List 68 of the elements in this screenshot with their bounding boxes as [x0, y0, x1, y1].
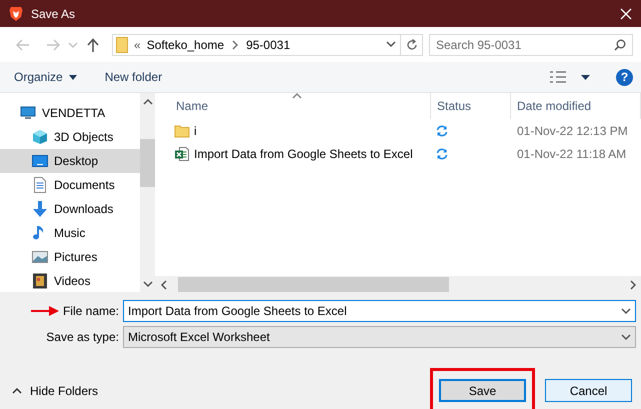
new-folder-button[interactable]: New folder: [104, 70, 162, 84]
dropdown-icon: [621, 306, 631, 316]
dialog-button[interactable]: Cancel: [545, 379, 632, 402]
search-icon: [614, 38, 626, 50]
caret-icon[interactable]: [581, 74, 590, 80]
field-label: Save as type:: [46, 330, 119, 344]
pictures-icon: [32, 249, 48, 265]
scroll-thumb[interactable]: [140, 139, 155, 187]
sort-icon: [292, 91, 302, 101]
up-arrow-icon: [87, 38, 99, 52]
view-icon[interactable]: [549, 70, 567, 84]
film-icon: [32, 273, 48, 289]
address-bar[interactable]: « Softeko_home 95-0031: [112, 34, 401, 56]
desktop-icon: [32, 153, 48, 169]
nav-item[interactable]: Pictures: [0, 245, 140, 269]
dropdown-icon: [386, 38, 396, 48]
nav-item[interactable]: VENDETTA: [0, 101, 140, 125]
folder-icon: [116, 36, 128, 52]
shield-icon: [9, 6, 23, 22]
nav-item[interactable]: Downloads: [0, 197, 140, 221]
chevron-icon: [12, 386, 22, 396]
organize-menu[interactable]: Organize: [14, 70, 77, 84]
computer-icon: [20, 105, 36, 121]
nav-item[interactable]: Videos: [0, 269, 140, 293]
nav-item[interactable]: 3D Objects: [0, 125, 140, 149]
breadcrumb-item[interactable]: 95-0031: [246, 38, 290, 52]
refresh-icon: [406, 38, 418, 50]
close-icon: [620, 8, 632, 20]
search-field[interactable]: Search 95-0031: [429, 34, 633, 56]
excel-file-icon: [174, 146, 190, 162]
nav-item[interactable]: Desktop: [0, 149, 140, 173]
recent-dropdown[interactable]: [68, 40, 78, 50]
scroll-down-icon: [142, 279, 152, 289]
download-icon: [32, 201, 48, 217]
chevron-icon: [230, 40, 240, 50]
file-type-dropdown[interactable]: Microsoft Excel Worksheet: [123, 326, 636, 348]
document-icon: [32, 177, 48, 193]
hide-folders-button[interactable]: Hide Folders: [12, 384, 98, 398]
help-button[interactable]: ?: [616, 68, 633, 86]
breadcrumb-item[interactable]: Softeko_home: [146, 38, 224, 52]
file-name[interactable]: Import Data from Google Sheets to Excel: [194, 146, 413, 160]
refresh-button[interactable]: [401, 34, 423, 56]
field-label: File name:: [62, 304, 119, 318]
column-header[interactable]: Status: [431, 93, 511, 119]
cube-icon: [32, 129, 48, 145]
column-header[interactable]: Name: [160, 93, 431, 119]
nav-item[interactable]: Music: [0, 221, 140, 245]
window-title: Save As: [31, 6, 76, 20]
file-name[interactable]: i: [194, 124, 197, 138]
scrollbar[interactable]: [155, 276, 641, 293]
column-header[interactable]: Date modified: [511, 93, 641, 119]
dialog-button[interactable]: Save: [439, 379, 526, 402]
caret-icon: [68, 40, 78, 50]
date-modified: 01-Nov-22 11:18 AM: [516, 146, 628, 160]
scroll-right-icon: [628, 280, 638, 290]
sync-icon: [436, 148, 448, 160]
breadcrumb-overflow[interactable]: «: [134, 38, 141, 52]
dropdown-icon: [621, 332, 631, 342]
file-name-field[interactable]: Import Data from Google Sheets to Excel: [123, 300, 636, 322]
sync-icon: [436, 124, 448, 136]
scroll-thumb[interactable]: [178, 277, 449, 292]
folder-icon: [174, 122, 190, 138]
caret-icon: [68, 74, 77, 80]
scrollbar[interactable]: [140, 93, 155, 293]
date-modified: 01-Nov-22 12:13 PM: [516, 124, 629, 138]
scroll-up-icon: [142, 97, 152, 107]
nav-item[interactable]: Documents: [0, 173, 140, 197]
scroll-left-icon: [158, 280, 168, 290]
